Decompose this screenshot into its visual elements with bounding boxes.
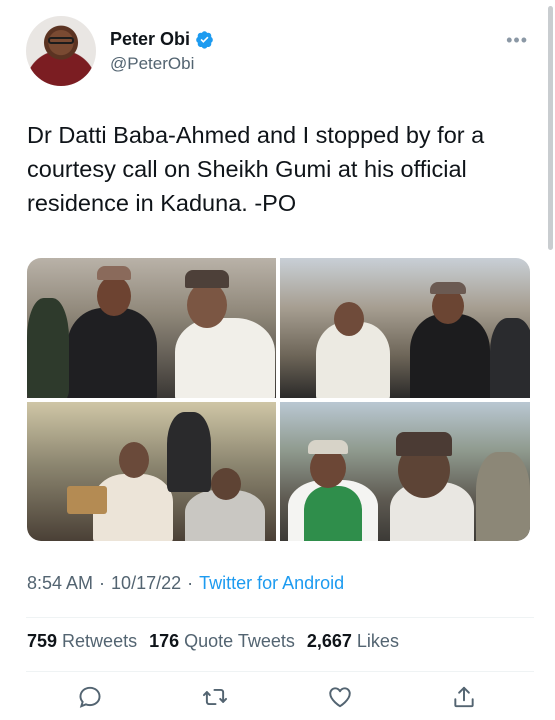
more-options-icon[interactable]: ••• — [506, 30, 528, 51]
photo-4[interactable] — [280, 402, 530, 541]
photo-2[interactable] — [280, 258, 530, 398]
photo-figure — [490, 318, 530, 398]
photo-figure-head — [211, 468, 241, 500]
photo-figure-head — [119, 442, 149, 478]
photo-figure — [167, 412, 211, 492]
photo-figure-cap — [430, 282, 466, 294]
photo-figure — [27, 298, 69, 398]
action-bar — [0, 684, 555, 714]
photo-figure — [67, 308, 157, 398]
retweets-count[interactable]: 759 — [27, 631, 57, 652]
tweet-date[interactable]: 10/17/22 — [111, 573, 181, 594]
verified-badge-icon — [196, 31, 213, 49]
photo-figure-cap — [97, 266, 131, 280]
media-grid — [27, 258, 530, 541]
photo-figure-cap — [185, 270, 229, 288]
photo-figure-head — [187, 282, 227, 328]
photo-3[interactable] — [27, 402, 276, 541]
photo-figure — [175, 318, 275, 398]
quote-tweets-label[interactable]: Quote Tweets — [184, 631, 295, 652]
tweet-text: Dr Datti Baba-Ahmed and I stopped by for… — [27, 122, 485, 216]
avatar-glasses — [48, 37, 74, 44]
photo-figure-cap — [396, 432, 452, 456]
photo-figure-cap — [308, 440, 348, 454]
tweet-header: Peter Obi @PeterObi ••• — [26, 16, 536, 88]
meta-separator: · — [99, 573, 106, 593]
tweet-time[interactable]: 8:54 AM — [27, 573, 93, 594]
divider — [26, 671, 534, 672]
photo-figure — [476, 452, 530, 541]
author-handle[interactable]: @PeterObi — [110, 54, 194, 74]
tweet-source[interactable]: Twitter for Android — [199, 573, 344, 594]
tweet-meta: 8:54 AM · 10/17/22 · Twitter for Android — [27, 573, 344, 594]
photo-1[interactable] — [27, 258, 276, 398]
tweet-stats: 759 Retweets 176 Quote Tweets 2,667 Like… — [27, 631, 411, 652]
quote-tweets-count[interactable]: 176 — [149, 631, 179, 652]
photo-figure-vest — [304, 486, 362, 541]
divider — [26, 617, 534, 618]
photo-figure-head — [97, 276, 131, 316]
share-icon[interactable] — [451, 684, 479, 712]
avatar[interactable] — [26, 16, 96, 86]
retweet-icon[interactable] — [202, 684, 230, 712]
tweet-card: Peter Obi @PeterObi ••• Dr Datti Baba-Ah… — [0, 0, 555, 720]
photo-figure-head — [334, 302, 364, 336]
scrollbar[interactable] — [548, 6, 553, 250]
retweets-label[interactable]: Retweets — [62, 631, 137, 652]
author-name[interactable]: Peter Obi — [110, 29, 190, 50]
photo-figure — [410, 314, 490, 398]
likes-count[interactable]: 2,667 — [307, 631, 352, 652]
photo-figure-head — [310, 448, 346, 488]
photo-table — [67, 486, 107, 514]
likes-label[interactable]: Likes — [357, 631, 399, 652]
author-name-row: Peter Obi — [110, 29, 214, 50]
reply-icon[interactable] — [77, 684, 105, 712]
meta-separator: · — [187, 573, 194, 593]
like-icon[interactable] — [327, 684, 355, 712]
